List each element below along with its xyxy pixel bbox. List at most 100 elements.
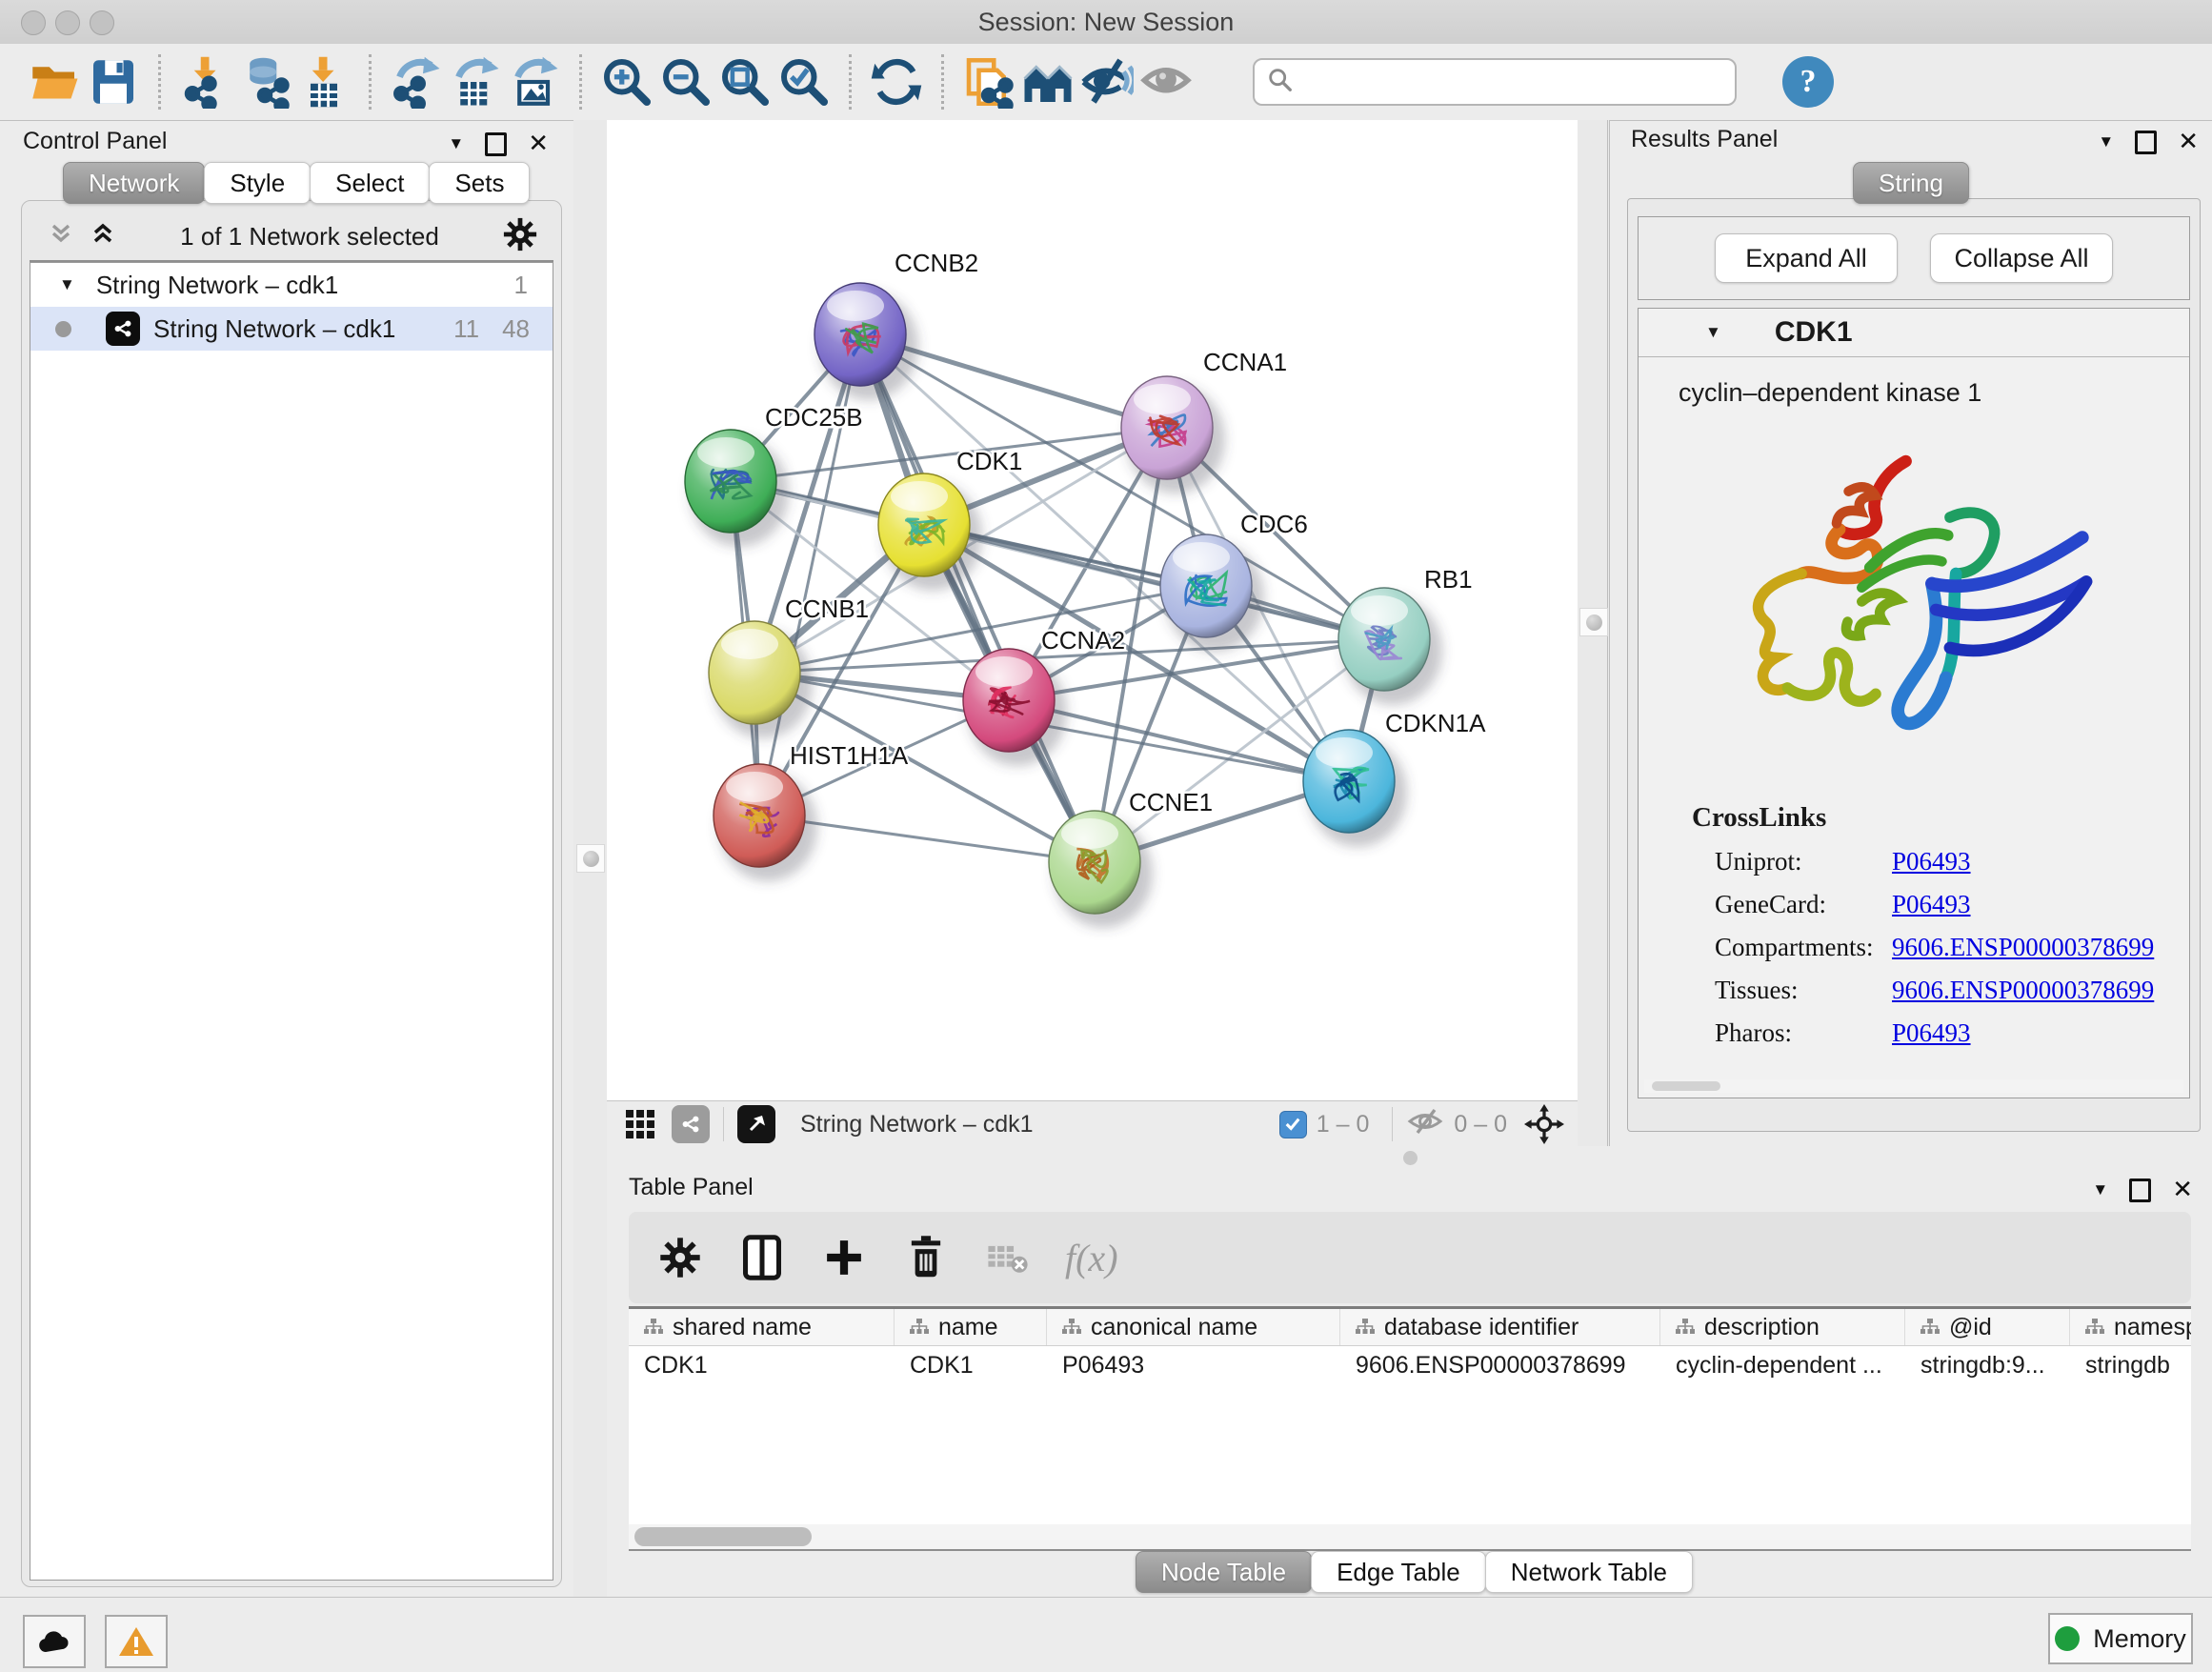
table-hscrollbar[interactable] xyxy=(629,1524,2191,1551)
toolbar-separator xyxy=(158,54,161,110)
crosslink-link[interactable]: P06493 xyxy=(1892,1018,1971,1048)
network-view-icon[interactable] xyxy=(672,1105,710,1143)
zoom-selected-icon[interactable] xyxy=(774,52,834,111)
graph-node-CCNE1[interactable]: CCNE1 xyxy=(1049,788,1213,928)
open-session-icon[interactable] xyxy=(25,52,84,111)
right-splitter-handle[interactable] xyxy=(1579,608,1608,636)
crosslink-link[interactable]: 9606.ENSP00000378699 xyxy=(1892,933,2154,962)
gear-icon[interactable] xyxy=(502,216,538,257)
graph-node-CCNB2[interactable]: CCNB2 xyxy=(814,249,978,400)
import-network-icon[interactable] xyxy=(176,52,235,111)
export-image-icon[interactable] xyxy=(505,52,564,111)
save-session-icon[interactable] xyxy=(84,52,143,111)
panel-close-icon[interactable]: ✕ xyxy=(2178,128,2199,156)
zoom-fit-icon[interactable] xyxy=(715,52,774,111)
zoom-out-icon[interactable] xyxy=(656,52,715,111)
refresh-icon[interactable] xyxy=(867,52,926,111)
tab-network-table[interactable]: Network Table xyxy=(1485,1551,1693,1593)
help-button[interactable]: ? xyxy=(1782,56,1834,108)
network-row[interactable]: String Network – cdk1 11 48 xyxy=(30,307,553,351)
show-columns-icon[interactable] xyxy=(737,1233,787,1282)
table-cell[interactable]: CDK1 xyxy=(629,1345,895,1385)
selected-count: 1 – 0 xyxy=(1317,1111,1370,1138)
column-header-database-identifier[interactable]: database identifier xyxy=(1340,1309,1660,1345)
graph-node-CDC25B[interactable]: CDC25B xyxy=(685,403,863,547)
panel-collapse-icon[interactable]: ▼ xyxy=(448,134,464,153)
table-hscrollbar-thumb[interactable] xyxy=(634,1527,812,1546)
import-table-icon[interactable] xyxy=(294,52,353,111)
delete-column-icon[interactable] xyxy=(901,1233,951,1282)
panel-collapse-icon[interactable]: ▼ xyxy=(2092,1180,2108,1199)
column-header-@id[interactable]: @id xyxy=(1905,1309,2070,1345)
results-scrollbar[interactable] xyxy=(1644,1079,2183,1093)
expand-all-button[interactable]: Expand All xyxy=(1715,233,1898,283)
selected-checkbox-icon[interactable] xyxy=(1279,1111,1307,1138)
network-canvas[interactable]: CCNB2 CCNA1 CDC25B CDK1 CDC6 RB1 CCNB1 C… xyxy=(607,120,1578,1100)
bottom-splitter-handle[interactable] xyxy=(1403,1151,1418,1165)
zoom-in-icon[interactable] xyxy=(597,52,656,111)
tab-sets[interactable]: Sets xyxy=(429,162,530,204)
graph-node-CDKN1A[interactable]: CDKN1A xyxy=(1303,709,1486,847)
left-splitter-handle[interactable] xyxy=(576,844,605,873)
panel-close-icon[interactable]: ✕ xyxy=(2172,1176,2193,1204)
cloud-button[interactable] xyxy=(23,1615,86,1668)
panel-collapse-icon[interactable]: ▼ xyxy=(2098,132,2114,151)
table-cell[interactable]: stringdb xyxy=(2070,1345,2191,1385)
graph-edge-CDK1-RB1[interactable] xyxy=(924,525,1384,639)
tab-string[interactable]: String xyxy=(1853,162,1969,204)
graph-node-CCNA1[interactable]: CCNA1 xyxy=(1121,348,1287,494)
export-network-icon[interactable] xyxy=(387,52,446,111)
warning-button[interactable] xyxy=(105,1615,168,1668)
gene-expand-icon[interactable]: ▼ xyxy=(1705,323,1721,342)
collapse-all-button[interactable]: Collapse All xyxy=(1930,233,2113,283)
tab-network[interactable]: Network xyxy=(63,162,205,204)
table-gear-icon[interactable] xyxy=(655,1233,705,1282)
import-database-icon[interactable] xyxy=(235,52,294,111)
grid-view-icon[interactable] xyxy=(624,1108,656,1140)
clone-network-icon[interactable] xyxy=(959,52,1018,111)
graph-edge-CCNB2-CCNE1[interactable] xyxy=(860,334,1095,862)
search-box[interactable] xyxy=(1253,58,1737,106)
add-column-icon[interactable] xyxy=(819,1233,869,1282)
export-table-icon[interactable] xyxy=(446,52,505,111)
network-collection-row[interactable]: ▼ String Network – cdk1 1 xyxy=(30,263,553,307)
tab-select[interactable]: Select xyxy=(310,162,430,204)
birds-eye-view-icon[interactable] xyxy=(737,1105,775,1143)
panel-float-icon[interactable] xyxy=(485,132,507,156)
toolbar-separator xyxy=(941,54,944,110)
gene-section-header[interactable]: ▼ CDK1 xyxy=(1639,309,2189,357)
tab-node-table[interactable]: Node Table xyxy=(1136,1551,1312,1593)
graph-node-HIST1H1A[interactable]: HIST1H1A xyxy=(714,741,909,881)
tab-edge-table[interactable]: Edge Table xyxy=(1311,1551,1486,1593)
memory-button[interactable]: Memory xyxy=(2048,1613,2193,1664)
column-header-name[interactable]: name xyxy=(895,1309,1047,1345)
search-input[interactable] xyxy=(1304,68,1723,97)
panel-float-icon[interactable] xyxy=(2135,131,2157,154)
crosslink-link[interactable]: P06493 xyxy=(1892,890,1971,919)
crosslink-link[interactable]: 9606.ENSP00000378699 xyxy=(1892,976,2154,1005)
column-header-canonical-name[interactable]: canonical name xyxy=(1047,1309,1340,1345)
panel-float-icon[interactable] xyxy=(2129,1178,2151,1202)
graph-node-label: CCNE1 xyxy=(1129,788,1213,816)
crosslink-label: Uniprot: xyxy=(1715,847,1892,876)
column-header-description[interactable]: description xyxy=(1660,1309,1905,1345)
graph-node-RB1[interactable]: RB1 xyxy=(1338,565,1473,705)
table-cell[interactable]: CDK1 xyxy=(895,1345,1047,1385)
graph-node-label: CCNA1 xyxy=(1203,348,1287,376)
table-cell[interactable]: cyclin-dependent ... xyxy=(1660,1345,1905,1385)
table-cell[interactable]: 9606.ENSP00000378699 xyxy=(1340,1345,1660,1385)
tab-style[interactable]: Style xyxy=(204,162,311,204)
first-neighbors-icon[interactable] xyxy=(1018,52,1077,111)
expand-all-chevrons-icon[interactable] xyxy=(89,220,117,253)
table-cell[interactable]: P06493 xyxy=(1047,1345,1340,1385)
crosslink-link[interactable]: P06493 xyxy=(1892,847,1971,876)
collapse-all-chevrons-icon[interactable] xyxy=(47,220,75,253)
column-header-namespac[interactable]: namespac xyxy=(2070,1309,2191,1345)
show-all-icon[interactable] xyxy=(1136,52,1196,111)
panel-close-icon[interactable]: ✕ xyxy=(528,130,549,158)
hide-selected-icon[interactable] xyxy=(1077,52,1136,111)
table-cell[interactable]: stringdb:9... xyxy=(1905,1345,2070,1385)
tree-expand-icon[interactable]: ▼ xyxy=(59,275,75,294)
pan-crosshair-icon[interactable] xyxy=(1524,1104,1564,1144)
column-header-shared-name[interactable]: shared name xyxy=(629,1309,895,1345)
